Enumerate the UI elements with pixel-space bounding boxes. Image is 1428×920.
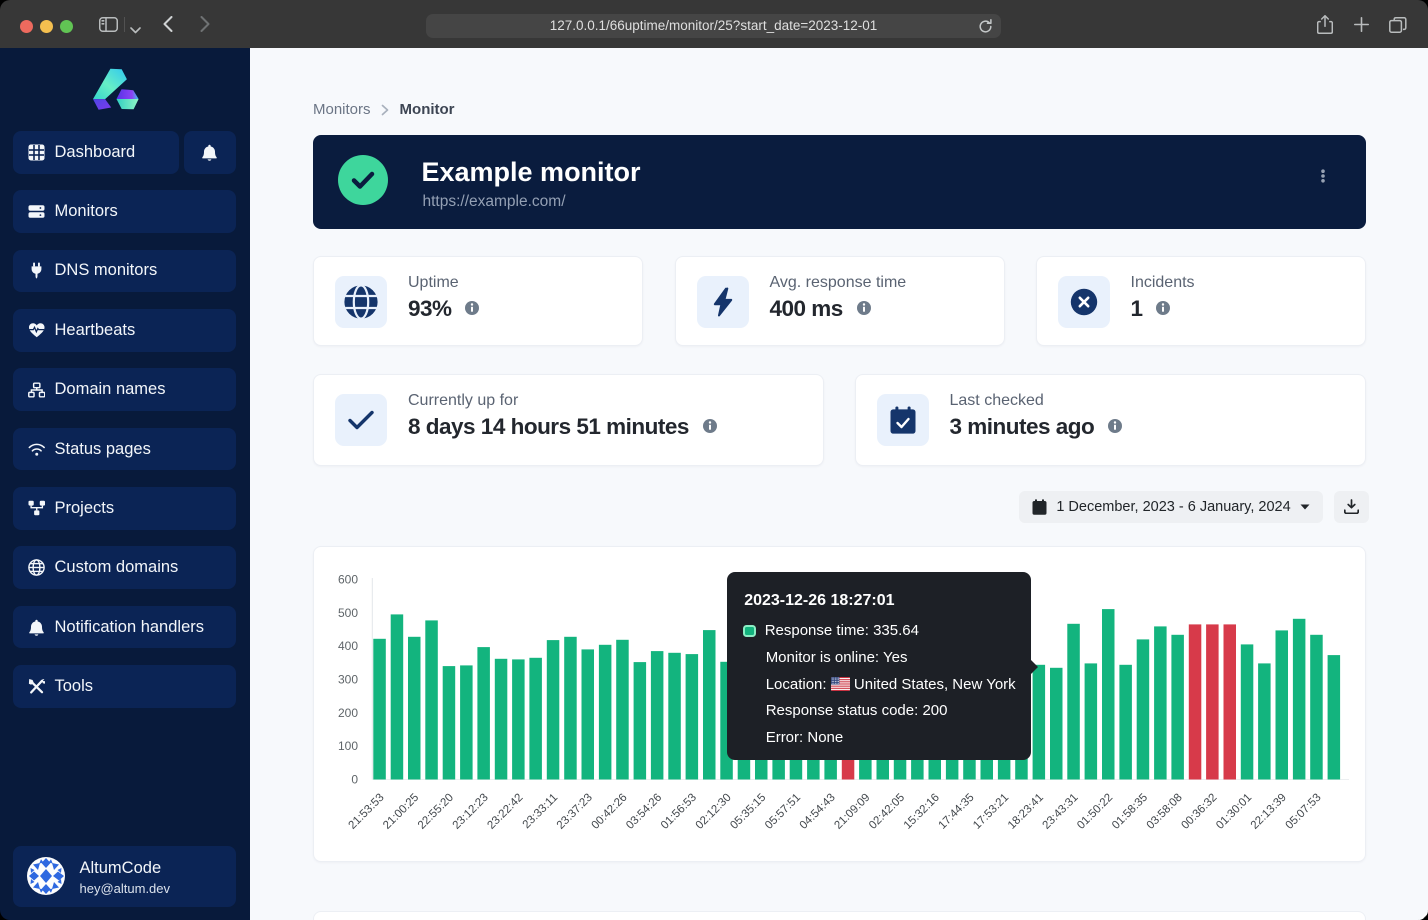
svg-text:23:43:31: 23:43:31: [1040, 792, 1080, 832]
svg-text:03:54:26: 03:54:26: [624, 792, 664, 832]
svg-text:400: 400: [338, 639, 358, 653]
svg-text:21:00:25: 21:00:25: [381, 792, 421, 832]
svg-text:17:44:35: 17:44:35: [936, 792, 976, 832]
svg-text:01:30:01: 01:30:01: [1214, 792, 1254, 832]
svg-text:02:42:05: 02:42:05: [867, 792, 907, 832]
svg-text:01:50:22: 01:50:22: [1075, 792, 1115, 832]
svg-text:23:33:11: 23:33:11: [521, 792, 561, 832]
svg-text:600: 600: [338, 572, 358, 586]
svg-text:21:09:09: 21:09:09: [832, 792, 872, 832]
svg-text:00:42:26: 00:42:26: [589, 792, 629, 832]
svg-text:04:54:43: 04:54:43: [798, 792, 838, 832]
svg-text:23:22:42: 23:22:42: [485, 792, 525, 832]
svg-text:21:53:53: 21:53:53: [346, 792, 386, 832]
svg-text:300: 300: [338, 672, 358, 686]
svg-text:22:55:20: 22:55:20: [416, 792, 456, 832]
svg-text:18:23:41: 18:23:41: [1006, 792, 1046, 832]
svg-text:05:07:53: 05:07:53: [1283, 792, 1323, 832]
svg-text:22:13:39: 22:13:39: [1249, 792, 1289, 832]
svg-text:100: 100: [338, 739, 358, 753]
svg-text:00:36:32: 00:36:32: [1179, 792, 1219, 832]
svg-text:02:12:30: 02:12:30: [694, 792, 734, 832]
svg-text:01:58:35: 01:58:35: [1110, 792, 1150, 832]
svg-text:03:58:08: 03:58:08: [1145, 792, 1185, 832]
svg-text:01:56:53: 01:56:53: [659, 792, 699, 832]
svg-text:0: 0: [351, 773, 358, 787]
svg-text:05:57:51: 05:57:51: [763, 792, 803, 832]
svg-text:17:53:21: 17:53:21: [971, 792, 1011, 832]
svg-text:23:12:23: 23:12:23: [451, 792, 491, 832]
svg-text:05:35:15: 05:35:15: [728, 792, 768, 832]
svg-text:23:37:23: 23:37:23: [555, 792, 595, 832]
svg-text:200: 200: [338, 706, 358, 720]
svg-text:15:32:16: 15:32:16: [902, 792, 942, 832]
svg-text:500: 500: [338, 606, 358, 620]
